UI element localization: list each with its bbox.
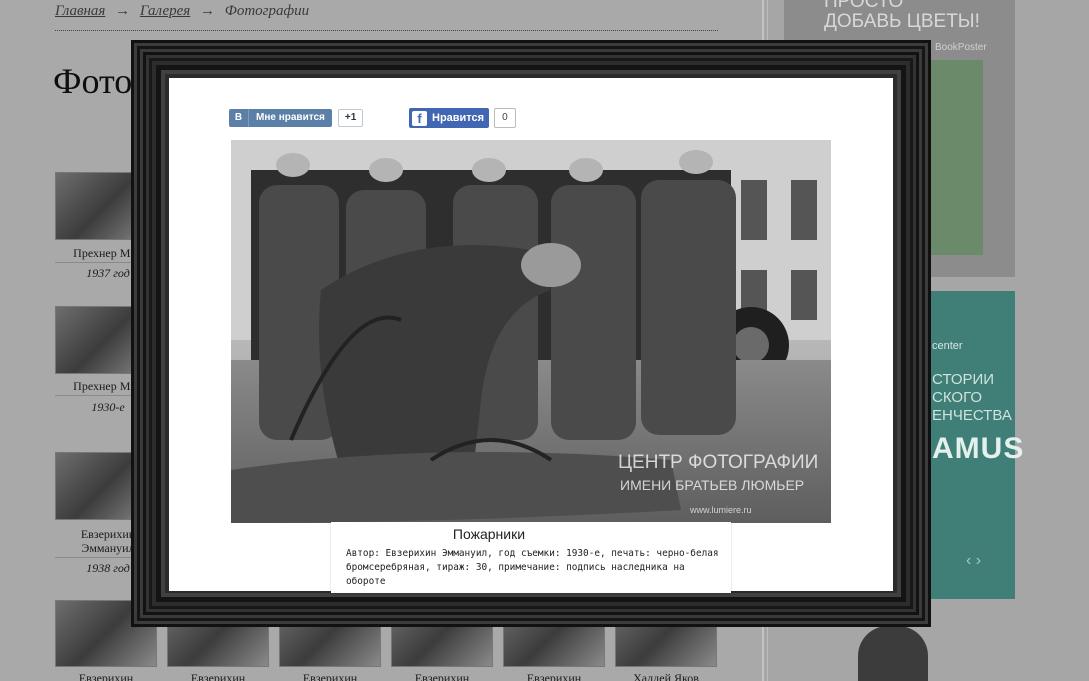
breadcrumb-arrow-icon: → (115, 3, 131, 19)
thumbnail-caption[interactable]: Евзерихин (55, 671, 157, 681)
breadcrumb-home-link[interactable]: Главная (55, 3, 105, 19)
thumbnail-caption[interactable]: Евзерихин (503, 671, 605, 681)
watermark-line-1: ЦЕНТР ФОТОГРАФИИ (618, 452, 819, 473)
facebook-icon: f (412, 110, 427, 126)
page-title: Фото (53, 61, 133, 101)
ad-carousel-arrows-icon[interactable]: ‹ › (966, 552, 981, 570)
illustration-figure (858, 626, 928, 681)
thumbnail-caption[interactable]: Халдей Яков (615, 671, 717, 681)
fb-like-widget: f Нравится 0 (409, 108, 516, 128)
breadcrumb-current: Фотографии (224, 3, 310, 19)
vk-like-count: +1 (337, 109, 364, 127)
watermark-url: www.lumiere.ru (690, 505, 752, 515)
fb-like-count: 0 (494, 108, 516, 128)
thumbnail-caption[interactable]: Евзерихин (391, 671, 493, 681)
thumbnail-caption[interactable]: Евзерихин (279, 671, 381, 681)
ad-text: СКОГО (932, 389, 983, 406)
ad-text: СТОРИИ (932, 371, 995, 388)
ad-text: ДОБАВЬ ЦВЕТЫ! (824, 11, 980, 32)
fb-like-label: Нравится (432, 112, 485, 124)
vk-like-widget: B Мне нравится +1 (229, 109, 364, 127)
ad-text: ЕНЧЕСТВА (932, 407, 1012, 424)
breadcrumb-arrow-icon: → (200, 3, 216, 19)
ad-book-image (929, 60, 983, 255)
ad-title: AMUS (932, 432, 1025, 465)
photo-description: Автор: Евзерихин Эммануил, год съемки: 1… (346, 548, 719, 587)
breadcrumb: Главная → Галерея → Фотографии (55, 3, 718, 31)
vk-like-label: Мне нравится (256, 112, 325, 123)
ad-text-small: center (932, 340, 963, 352)
fb-like-button[interactable]: f Нравится (409, 108, 490, 128)
vk-logo-icon: B (229, 109, 249, 127)
thumbnail-caption[interactable]: Евзерихин (167, 671, 269, 681)
ad-text-small: BookPoster (935, 42, 987, 53)
breadcrumb-gallery-link[interactable]: Галерея (140, 3, 190, 19)
vk-like-button[interactable]: B Мне нравится (229, 109, 332, 127)
photo-title: Пожарники (452, 526, 526, 542)
watermark-line-2: ИМЕНИ БРАТЬЕВ ЛЮМЬЕР (620, 477, 805, 493)
